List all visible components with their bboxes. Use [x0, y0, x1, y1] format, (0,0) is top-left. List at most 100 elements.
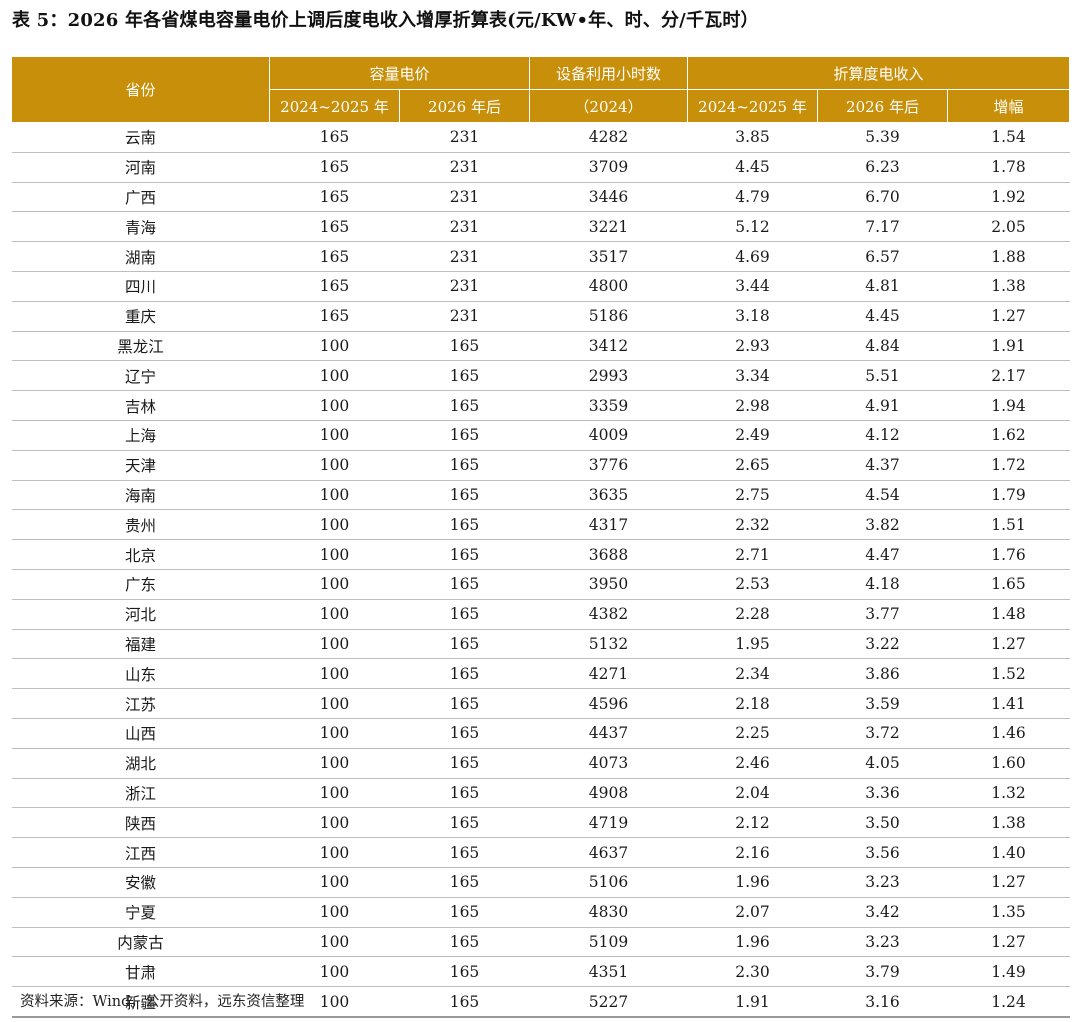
- cell-province: 重庆: [11, 301, 270, 332]
- cell-capacity-2024-2025: 100: [269, 897, 400, 928]
- table-row: 北京 100 165 3688 2.71 4.47 1.76: [11, 539, 1070, 570]
- cell-capacity-2026: 165: [399, 480, 530, 511]
- cell-utilization-hours: 4317: [529, 509, 688, 541]
- cell-utilization-hours: 4437: [529, 718, 688, 749]
- cell-capacity-2024-2025: 100: [269, 956, 400, 988]
- cell-province: 福建: [11, 629, 270, 660]
- table-row: 山西 100 165 4437 2.25 3.72 1.46: [11, 718, 1070, 749]
- table-row: 内蒙古 100 165 5109 1.96 3.23 1.27: [11, 927, 1070, 958]
- cell-capacity-2024-2025: 100: [269, 480, 400, 511]
- cell-utilization-hours: 5132: [529, 629, 688, 660]
- cell-capacity-2026: 165: [399, 986, 530, 1018]
- cell-utilization-hours: 4382: [529, 599, 688, 630]
- cell-utilization-hours: 4830: [529, 897, 688, 928]
- cell-income-2024-2025: 2.12: [687, 807, 818, 839]
- cell-utilization-hours: 3412: [529, 331, 688, 362]
- cell-increase: 1.27: [947, 301, 1070, 332]
- cell-income-2024-2025: 2.18: [687, 688, 818, 719]
- cell-capacity-2026: 231: [399, 182, 530, 213]
- cell-capacity-2024-2025: 165: [269, 301, 400, 332]
- header-income-2024-2025: 2024~2025 年: [687, 89, 819, 123]
- cell-capacity-2024-2025: 165: [269, 211, 400, 243]
- cell-income-2026: 4.54: [817, 480, 948, 511]
- cell-capacity-2026: 165: [399, 867, 530, 898]
- cell-province: 黑龙江: [11, 331, 270, 362]
- cell-income-2024-2025: 4.45: [687, 152, 818, 183]
- header-income-2026: 2026 年后: [817, 89, 949, 123]
- header-capacity-2024-2025: 2024~2025 年: [269, 89, 400, 123]
- cell-capacity-2024-2025: 100: [269, 539, 400, 570]
- cell-province: 天津: [11, 450, 270, 481]
- table-row: 云南 165 231 4282 3.85 5.39 1.54: [11, 122, 1070, 153]
- cell-capacity-2026: 231: [399, 271, 530, 302]
- table-row: 浙江 100 165 4908 2.04 3.36 1.32: [11, 778, 1070, 809]
- cell-capacity-2026: 231: [399, 211, 530, 243]
- cell-income-2024-2025: 1.95: [687, 629, 818, 660]
- cell-capacity-2024-2025: 100: [269, 569, 400, 600]
- cell-capacity-2026: 165: [399, 778, 530, 809]
- cell-utilization-hours: 2993: [529, 360, 688, 392]
- cell-capacity-2024-2025: 165: [269, 241, 400, 272]
- cell-income-2024-2025: 2.30: [687, 956, 818, 988]
- table-row: 福建 100 165 5132 1.95 3.22 1.27: [11, 629, 1070, 660]
- cell-capacity-2026: 165: [399, 360, 530, 392]
- cell-increase: 1.78: [947, 152, 1070, 183]
- table-row: 青海 165 231 3221 5.12 7.17 2.05: [11, 211, 1070, 243]
- cell-increase: 1.94: [947, 390, 1070, 421]
- table-row: 山东 100 165 4271 2.34 3.86 1.52: [11, 658, 1070, 690]
- cell-capacity-2024-2025: 100: [269, 360, 400, 392]
- table-row: 上海 100 165 4009 2.49 4.12 1.62: [11, 420, 1070, 451]
- cell-increase: 1.92: [947, 182, 1070, 213]
- cell-utilization-hours: 5109: [529, 927, 688, 958]
- table-row: 河北 100 165 4382 2.28 3.77 1.48: [11, 599, 1070, 630]
- cell-income-2024-2025: 2.28: [687, 599, 818, 630]
- cell-increase: 1.79: [947, 480, 1070, 511]
- cell-province: 内蒙古: [11, 927, 270, 958]
- cell-capacity-2024-2025: 100: [269, 778, 400, 809]
- header-per-kwh-income: 折算度电收入: [687, 56, 1071, 90]
- cell-income-2026: 7.17: [817, 211, 948, 243]
- cell-capacity-2026: 165: [399, 927, 530, 958]
- cell-capacity-2026: 165: [399, 390, 530, 421]
- table-row: 广西 165 231 3446 4.79 6.70 1.92: [11, 182, 1070, 213]
- cell-income-2024-2025: 2.65: [687, 450, 818, 481]
- cell-utilization-hours: 4637: [529, 837, 688, 868]
- cell-capacity-2026: 165: [399, 658, 530, 690]
- cell-income-2026: 4.84: [817, 331, 948, 362]
- cell-income-2026: 3.56: [817, 837, 948, 868]
- cell-increase: 1.27: [947, 867, 1070, 898]
- table-row: 宁夏 100 165 4830 2.07 3.42 1.35: [11, 897, 1070, 928]
- cell-province: 山西: [11, 718, 270, 749]
- table-row: 海南 100 165 3635 2.75 4.54 1.79: [11, 480, 1070, 511]
- cell-income-2026: 5.51: [817, 360, 948, 392]
- cell-increase: 1.72: [947, 450, 1070, 481]
- cell-capacity-2026: 165: [399, 331, 530, 362]
- table-row: 江西 100 165 4637 2.16 3.56 1.40: [11, 837, 1070, 868]
- cell-province: 青海: [11, 211, 270, 243]
- cell-increase: 1.76: [947, 539, 1070, 570]
- cell-income-2026: 3.72: [817, 718, 948, 749]
- cell-province: 江苏: [11, 688, 270, 719]
- cell-province: 海南: [11, 480, 270, 511]
- cell-utilization-hours: 4282: [529, 122, 688, 153]
- cell-income-2026: 3.23: [817, 927, 948, 958]
- cell-income-2024-2025: 5.12: [687, 211, 818, 243]
- header-increase: 增幅: [947, 89, 1071, 123]
- cell-capacity-2026: 165: [399, 450, 530, 481]
- cell-capacity-2024-2025: 165: [269, 271, 400, 302]
- cell-utilization-hours: 4719: [529, 807, 688, 839]
- cell-capacity-2026: 165: [399, 807, 530, 839]
- cell-increase: 1.40: [947, 837, 1070, 868]
- cell-increase: 1.60: [947, 748, 1070, 779]
- cell-increase: 1.88: [947, 241, 1070, 272]
- table-row: 吉林 100 165 3359 2.98 4.91 1.94: [11, 390, 1070, 421]
- cell-capacity-2024-2025: 100: [269, 807, 400, 839]
- cell-capacity-2024-2025: 100: [269, 450, 400, 481]
- cell-income-2024-2025: 2.46: [687, 748, 818, 779]
- cell-province: 四川: [11, 271, 270, 302]
- cell-province: 云南: [11, 122, 270, 153]
- table-row: 天津 100 165 3776 2.65 4.37 1.72: [11, 450, 1070, 481]
- cell-utilization-hours: 3221: [529, 211, 688, 243]
- cell-income-2026: 5.39: [817, 122, 948, 153]
- cell-income-2026: 3.82: [817, 509, 948, 541]
